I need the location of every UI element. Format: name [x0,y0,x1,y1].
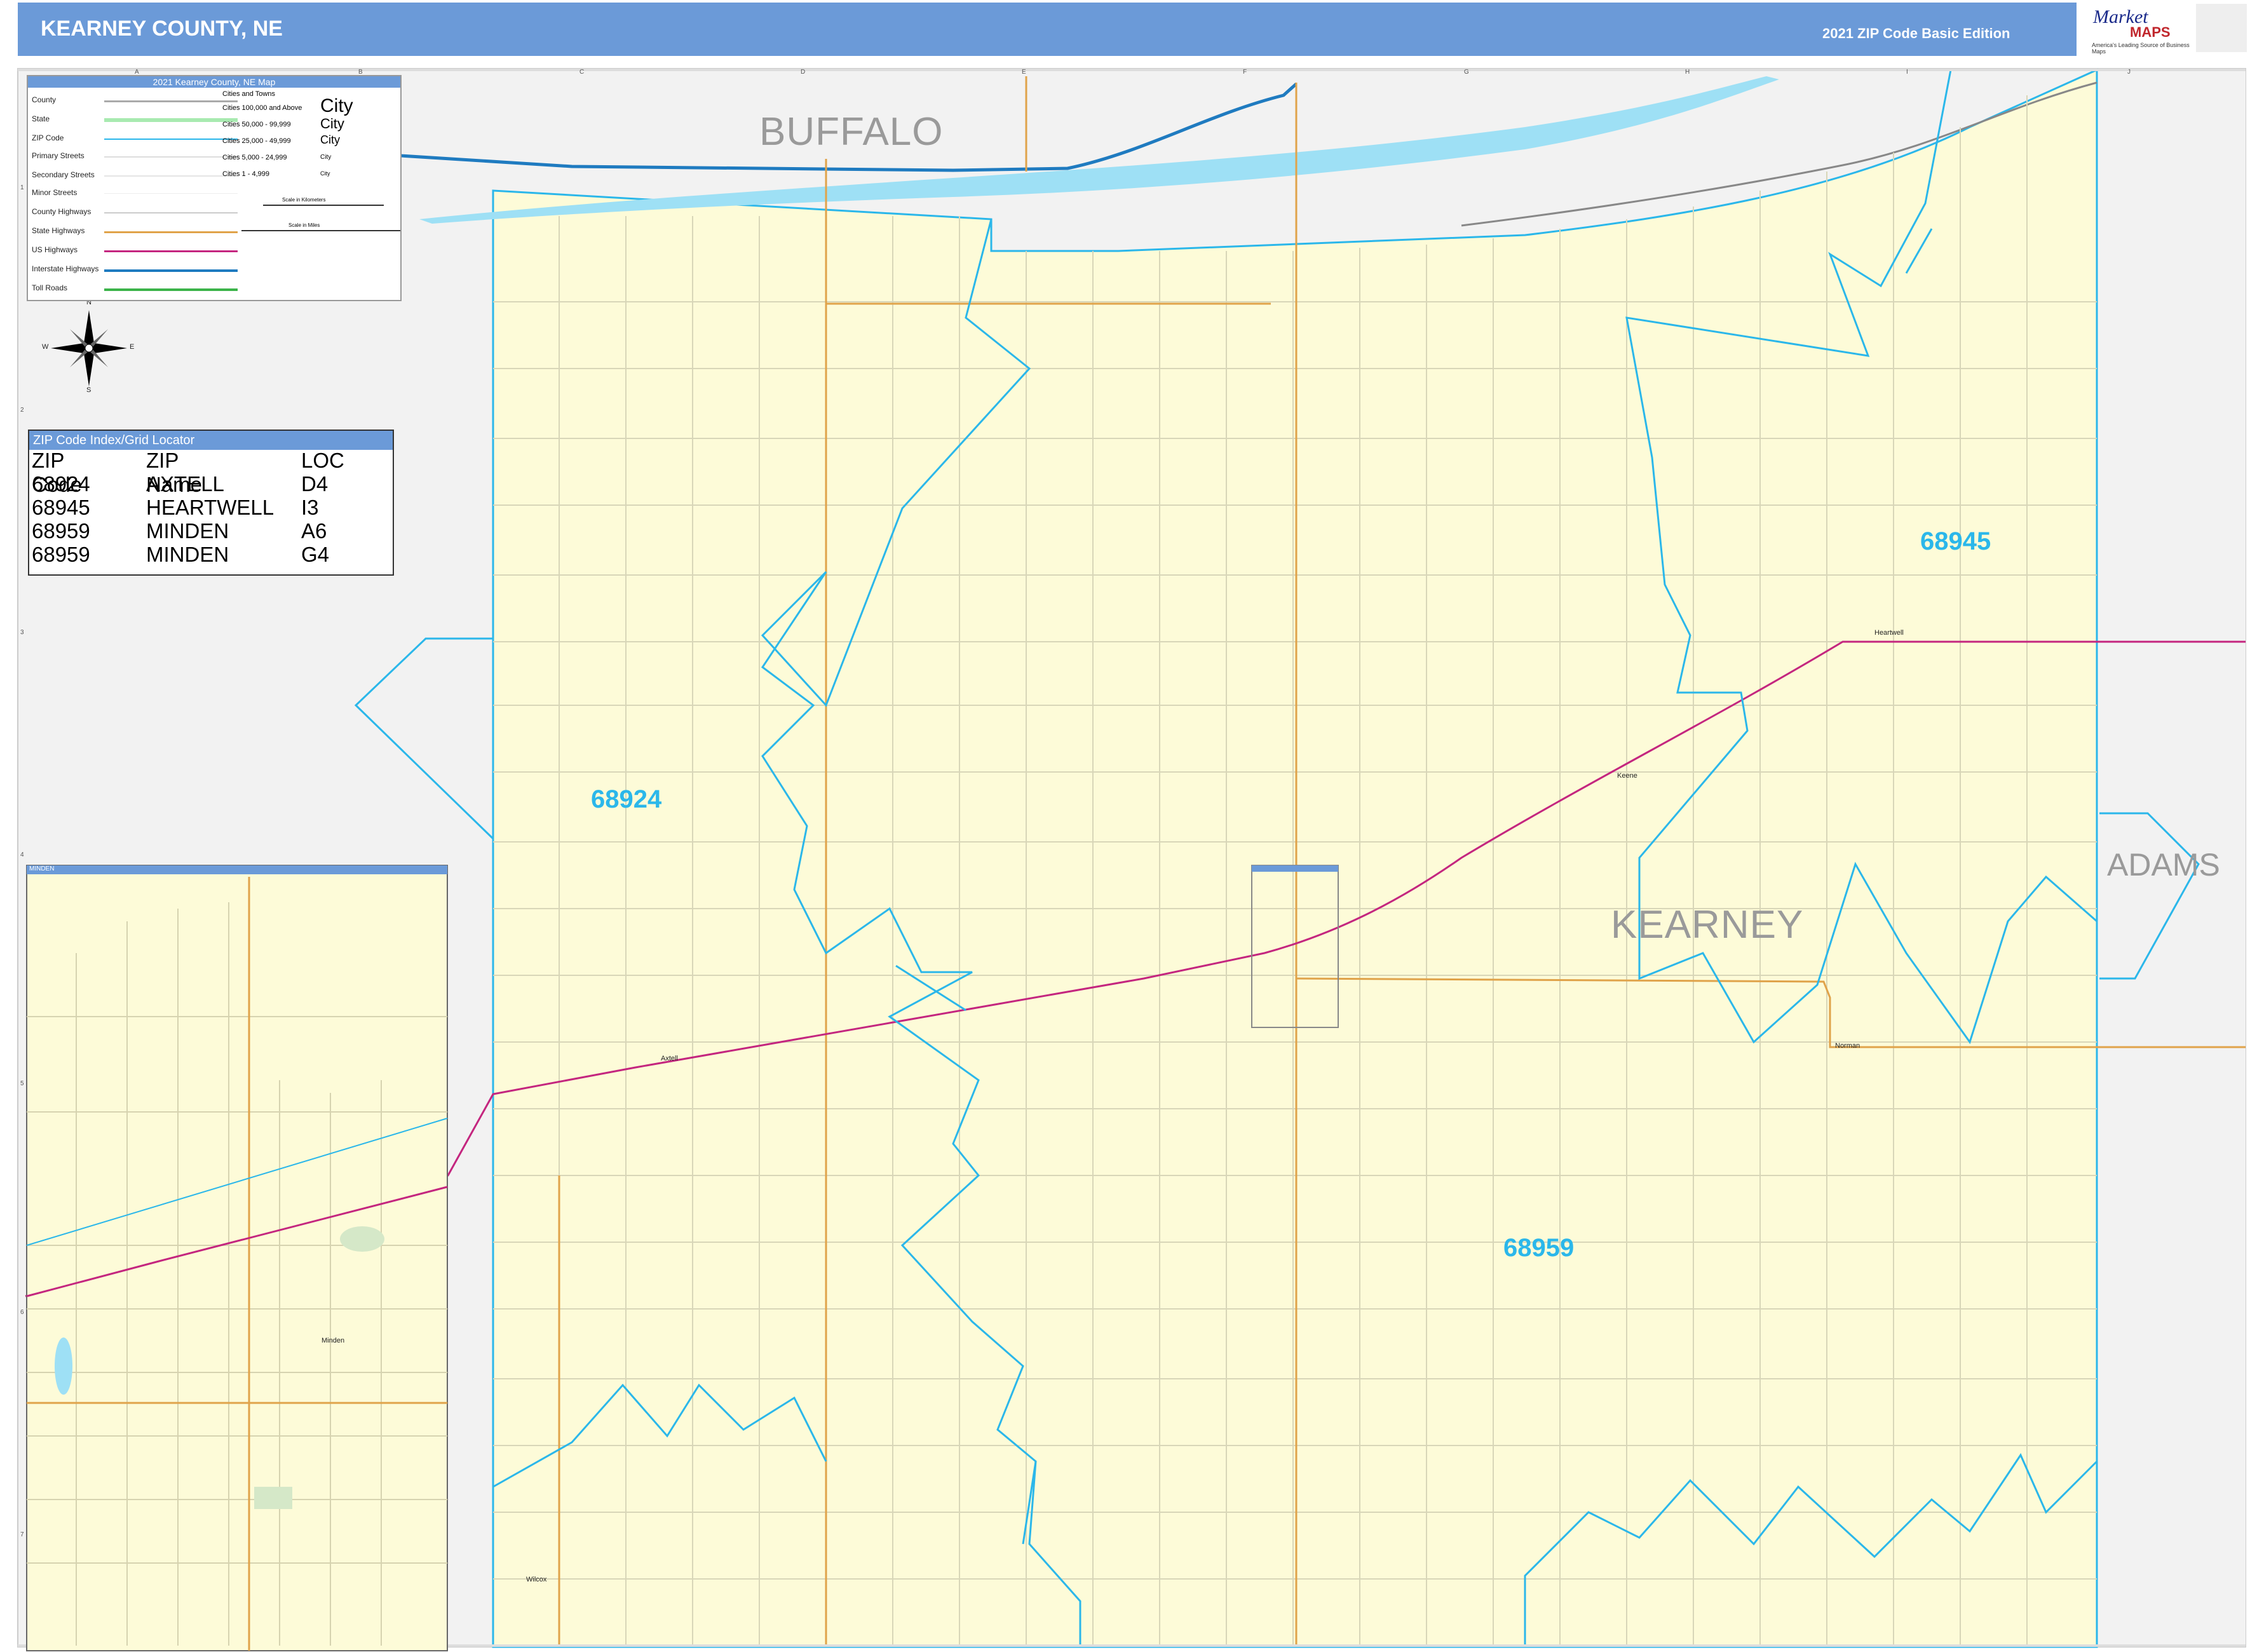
zip-cell: 68924 [32,472,90,496]
legend-city-sample-1: City [320,95,353,116]
loc-cell: I3 [301,496,319,519]
grid-col-b: B [358,69,363,76]
inset-lake [55,1337,72,1395]
header-loc: LOC [301,449,344,472]
legend-swatch-primary [104,156,238,158]
scale-km-label: Scale in Kilometers [282,197,326,203]
name-cell: MINDEN [146,543,229,566]
grid-col-g: G [1464,69,1469,76]
zip-label-68945: 68945 [1920,527,1991,555]
legend-swatch-minor [104,193,238,194]
legend-item-state: State [32,114,50,123]
scale-mi-label: Scale in Miles [288,222,320,228]
grid-row-2: 2 [20,407,24,414]
name-cell: MINDEN [146,519,229,543]
loc-cell: D4 [301,472,329,496]
legend-city-sample-2: City [320,116,344,132]
grid-row-7: 7 [20,1531,24,1538]
name-cell: HEARTWELL [146,496,274,519]
zip-index-table: ZIP Code Index/Grid Locator ZIP Code ZIP… [28,430,394,576]
kearney-county-fill [492,68,2098,1648]
legend-city-class-2: Cities 50,000 - 99,999 [222,121,291,128]
legend-item-interstate: Interstate Highways [32,264,99,273]
place-keene: Keene [1617,772,1637,780]
place-wilcox: Wilcox [526,1576,547,1583]
legend-city-sample-3: City [320,133,340,146]
legend-city-class-5: Cities 1 - 4,999 [222,170,269,178]
legend-city-class-3: Cities 25,000 - 49,999 [222,137,291,145]
legend-item-county-hwy: County Highways [32,207,91,216]
legend-city-sample-4: City [320,154,332,161]
grid-row-1: 1 [20,184,24,191]
legend-item-us-hwy: US Highways [32,245,78,254]
compass-e: E [130,343,135,351]
legend-city-sample-5: City [320,170,330,177]
map-legend: 2021 Kearney County, NE Map County State… [27,75,402,301]
zip-label-68924: 68924 [591,785,662,813]
zip-cell: 68945 [32,496,90,519]
county-label-adams: ADAMS [2107,847,2220,883]
place-heartwell: Heartwell [1874,629,1904,637]
legend-swatch-county-hwy [104,212,238,213]
county-label-buffalo: BUFFALO [759,110,944,154]
legend-swatch-us-hwy [104,250,238,252]
scale-mi-bar [241,230,400,231]
grid-col-a: A [135,69,139,76]
compass-s: S [86,386,91,394]
zip-label-68959: 68959 [1503,1234,1575,1262]
scale-km-bar [263,205,384,206]
legend-swatch-state [104,118,238,122]
zip-cell: 68959 [32,519,90,543]
grid-col-d: D [801,69,806,76]
legend-swatch-county [104,100,238,102]
grid-row-5: 5 [20,1080,24,1087]
legend-swatch-zip [104,139,238,140]
legend-cities-header: Cities and Towns [222,90,275,98]
legend-swatch-interstate [104,269,238,272]
grid-row-3: 3 [20,629,24,636]
loc-cell: A6 [301,519,327,543]
county-label-kearney: KEARNEY [1611,903,1804,947]
legend-swatch-state-hwy [104,231,238,233]
legend-city-class-4: Cities 5,000 - 24,999 [222,154,287,161]
legend-title: 2021 Kearney County, NE Map [28,76,400,88]
legend-item-state-hwy: State Highways [32,226,85,235]
loc-cell: G4 [301,543,330,566]
place-minden: Minden [322,1337,345,1344]
zip-cell: 68959 [32,543,90,566]
legend-item-minor: Minor Streets [32,188,78,197]
grid-row-4: 4 [20,851,24,858]
grid-col-i: I [1906,69,1908,76]
legend-item-primary: Primary Streets [32,151,85,160]
zip-index-title: ZIP Code Index/Grid Locator [29,431,393,450]
place-axtell: Axtell [661,1055,678,1062]
place-norman: Norman [1835,1042,1860,1050]
grid-col-c: C [579,69,585,76]
minden-inset [26,865,448,1651]
grid-col-h: H [1685,69,1690,76]
legend-item-county: County [32,95,57,104]
legend-item-zip: ZIP Code [32,133,64,142]
grid-col-j: J [2127,69,2131,76]
inset-title-text: MINDEN [29,865,55,872]
legend-item-toll: Toll Roads [32,283,68,292]
legend-swatch-secondary [104,175,238,177]
legend-city-class-1: Cities 100,000 and Above [222,104,302,112]
grid-row-6: 6 [20,1309,24,1316]
compass-w: W [42,343,49,351]
name-cell: AXTELL [146,472,224,496]
grid-col-e: E [1022,69,1026,76]
legend-swatch-toll [104,288,238,291]
grid-col-f: F [1243,69,1247,76]
minden-inset-title: MINDEN [27,865,447,874]
legend-item-secondary: Secondary Streets [32,170,95,179]
